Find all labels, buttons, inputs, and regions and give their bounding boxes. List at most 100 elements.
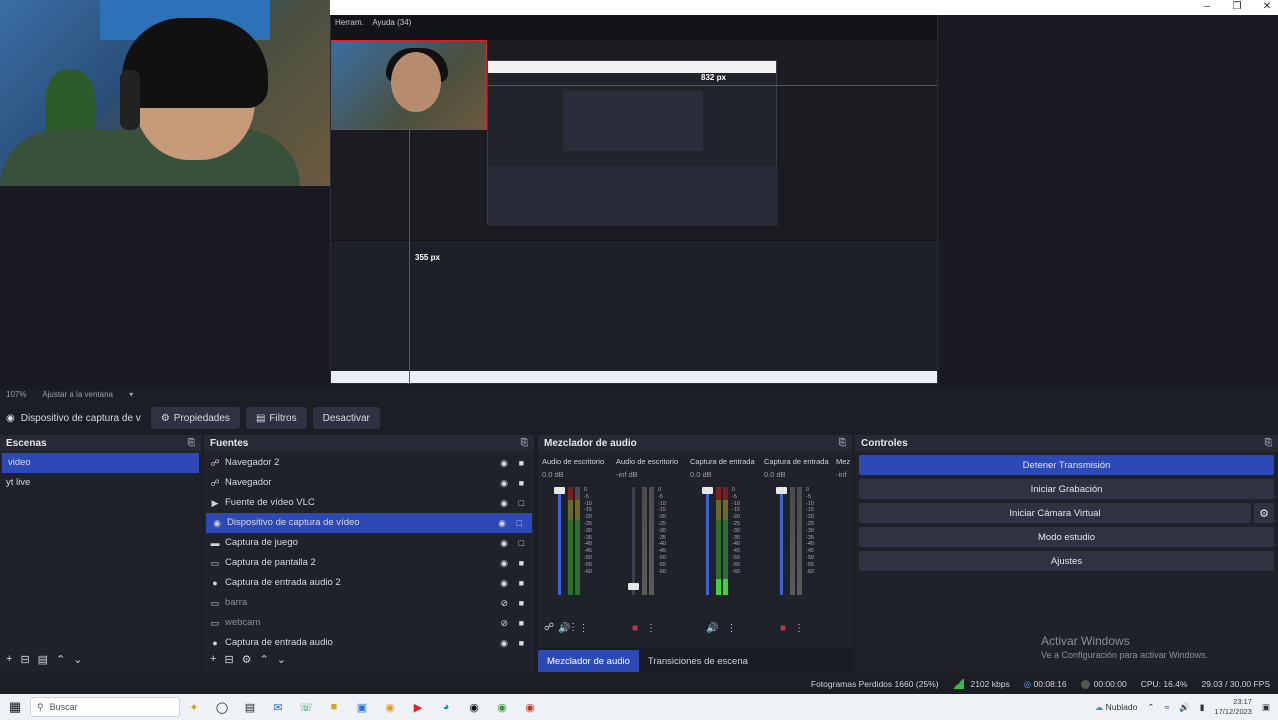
lock-icon[interactable]: ■ (519, 633, 524, 653)
close-icon[interactable]: ✕ (1260, 1, 1274, 13)
start-virtual-camera-button[interactable]: Iniciar Cámara Virtual (859, 503, 1251, 523)
source-item[interactable]: ▭ Captura de pantalla 2 ◉ ■ (204, 553, 534, 573)
store-icon[interactable]: ▣ (348, 697, 376, 717)
scene-item-video[interactable]: video (2, 453, 199, 473)
battery-icon[interactable]: ▮ (1200, 702, 1205, 713)
lock-icon[interactable]: ■ (519, 573, 524, 593)
nested-screen-capture: Herram. Ayuda (34) 832 px 355 px (330, 14, 938, 384)
tab-audio-mixer[interactable]: Mezclador de audio (538, 650, 639, 672)
dock-float-icon[interactable]: ⎘ (188, 437, 195, 448)
lock-icon[interactable]: ■ (519, 453, 524, 473)
dock-float-icon[interactable]: ⎘ (521, 437, 528, 448)
notification-icon[interactable]: ▣ (1262, 702, 1270, 713)
remove-icon[interactable]: ⊟ (224, 653, 233, 666)
clock[interactable]: 23:17 17/12/2023 (1214, 697, 1252, 717)
start-recording-button[interactable]: Iniciar Grabación (859, 479, 1274, 499)
chevron-down-icon[interactable]: ⌄ (277, 653, 286, 666)
chrome-icon[interactable]: ◉ (376, 697, 404, 717)
more-icon[interactable]: ⋮ (646, 623, 656, 634)
tab-scene-transitions[interactable]: Transiciones de escena (639, 650, 757, 672)
source-item-selected[interactable]: ◉ Dispositivo de captura de vídeo ◉ □ (206, 513, 532, 533)
unlock-icon[interactable]: □ (517, 513, 522, 533)
chevron-up-icon[interactable]: ⌃ (260, 653, 269, 666)
dock-float-icon[interactable]: ⎘ (839, 437, 846, 448)
widgets-icon[interactable]: ▤ (236, 697, 264, 717)
filters-button[interactable]: ▤ Filtros (245, 407, 307, 429)
unlock-icon[interactable]: □ (519, 533, 524, 553)
gear-icon[interactable]: ⚙ (242, 653, 252, 666)
dock-float-icon[interactable]: ⎘ (1265, 437, 1272, 448)
stop-stream-button[interactable]: Detener Transmisión (859, 455, 1274, 475)
lock-icon[interactable]: ■ (519, 473, 524, 493)
eye-off-icon[interactable]: ⊘ (500, 593, 508, 613)
eye-icon[interactable]: ◉ (500, 453, 508, 473)
eye-icon[interactable]: ◉ (500, 473, 508, 493)
more-icon[interactable]: ⋮ (568, 622, 578, 633)
lock-icon[interactable]: ■ (519, 593, 524, 613)
chevron-up-icon[interactable]: ⌃ (1147, 702, 1154, 713)
lock-icon[interactable]: ■ (519, 613, 524, 633)
chevron-down-icon[interactable]: ⌄ (73, 653, 82, 666)
chrome-icon-2[interactable]: ◉ (488, 697, 516, 717)
volume-knob[interactable] (628, 583, 639, 590)
speaker-muted-icon[interactable]: ■ (780, 623, 786, 634)
settings-button[interactable]: Ajustes (859, 551, 1274, 571)
eye-icon[interactable]: ◉ (500, 533, 508, 553)
zoom-dropdown-icon[interactable]: ▾ (129, 390, 133, 399)
eye-icon[interactable]: ◉ (498, 513, 506, 533)
volume-knob[interactable] (554, 487, 565, 494)
properties-button[interactable]: ⚙ Propiedades (150, 407, 240, 429)
eye-icon[interactable]: ◉ (500, 493, 508, 513)
wifi-icon[interactable]: ≈ (1164, 702, 1169, 712)
more-icon[interactable]: ⋮ (578, 623, 588, 634)
volume-knob[interactable] (776, 487, 787, 494)
more-icon[interactable]: ⋮ (794, 623, 804, 634)
preview-canvas[interactable]: Herram. Ayuda (34) 832 px 355 px (0, 0, 1278, 390)
maximize-icon[interactable]: ❐ (1230, 1, 1244, 13)
edge-icon[interactable]: ◕ (432, 697, 460, 717)
scene-item-yt-live[interactable]: yt live (0, 473, 201, 493)
eye-off-icon[interactable]: ⊘ (500, 613, 508, 633)
youtube-icon[interactable]: ▶ (404, 697, 432, 717)
speaker-icon[interactable]: 🔊 (706, 623, 718, 634)
chevron-up-icon[interactable]: ⌃ (56, 653, 65, 666)
add-icon[interactable]: + (210, 653, 216, 665)
virtual-camera-settings-icon[interactable]: ⚙ (1254, 503, 1274, 523)
remove-icon[interactable]: ⊟ (20, 653, 29, 666)
source-item[interactable]: ▬ Captura de juego ◉ □ (204, 533, 534, 553)
filter-icon[interactable]: ▤ (38, 653, 48, 666)
obs-icon[interactable]: ◉ (460, 697, 488, 717)
lock-icon[interactable]: ■ (519, 553, 524, 573)
app-icon[interactable]: ◉ (516, 697, 544, 717)
eye-icon[interactable]: ◉ (500, 573, 508, 593)
unlock-icon[interactable]: □ (519, 493, 524, 513)
deactivate-button[interactable]: Desactivar (312, 407, 380, 429)
speaker-muted-icon[interactable]: ■ (632, 623, 638, 634)
file-explorer-icon[interactable]: ■ (320, 697, 348, 717)
copilot-icon[interactable]: ✦ (180, 697, 208, 717)
mail-icon[interactable]: ✉ (264, 697, 292, 717)
volume-icon[interactable]: 🔊 (1179, 702, 1190, 713)
volume-slider[interactable] (632, 487, 635, 595)
eye-icon[interactable]: ◉ (500, 553, 508, 573)
zoom-level[interactable]: 107% (6, 390, 26, 399)
eye-icon[interactable]: ◉ (500, 633, 508, 653)
source-item[interactable]: ▶ Fuente de vídeo VLC ◉ □ (204, 493, 534, 513)
whatsapp-icon[interactable]: ☏ (292, 697, 320, 717)
volume-knob[interactable] (702, 487, 713, 494)
weather[interactable]: ☁ Nublado (1095, 702, 1138, 713)
source-item-hidden[interactable]: ▭ barra ⊘ ■ (204, 593, 534, 613)
source-item-hidden[interactable]: ▭ webcam ⊘ ■ (204, 613, 534, 633)
link-icon[interactable]: ☍ (544, 622, 554, 633)
minimize-icon[interactable]: – (1200, 1, 1214, 13)
taskbar-search[interactable]: ⚲ Buscar (30, 697, 180, 717)
source-item[interactable]: ● Captura de entrada audio 2 ◉ ■ (204, 573, 534, 593)
windows-start-icon[interactable]: ▦ (0, 699, 30, 715)
task-view-icon[interactable]: ◯ (208, 697, 236, 717)
source-item[interactable]: ☍ Navegador 2 ◉ ■ (204, 453, 534, 473)
source-item[interactable]: ☍ Navegador ◉ ■ (204, 473, 534, 493)
more-icon[interactable]: ⋮ (726, 623, 736, 634)
add-icon[interactable]: + (6, 653, 12, 665)
zoom-fit[interactable]: Ajustar a la ventana (42, 390, 113, 399)
studio-mode-button[interactable]: Modo estudio (859, 527, 1274, 547)
